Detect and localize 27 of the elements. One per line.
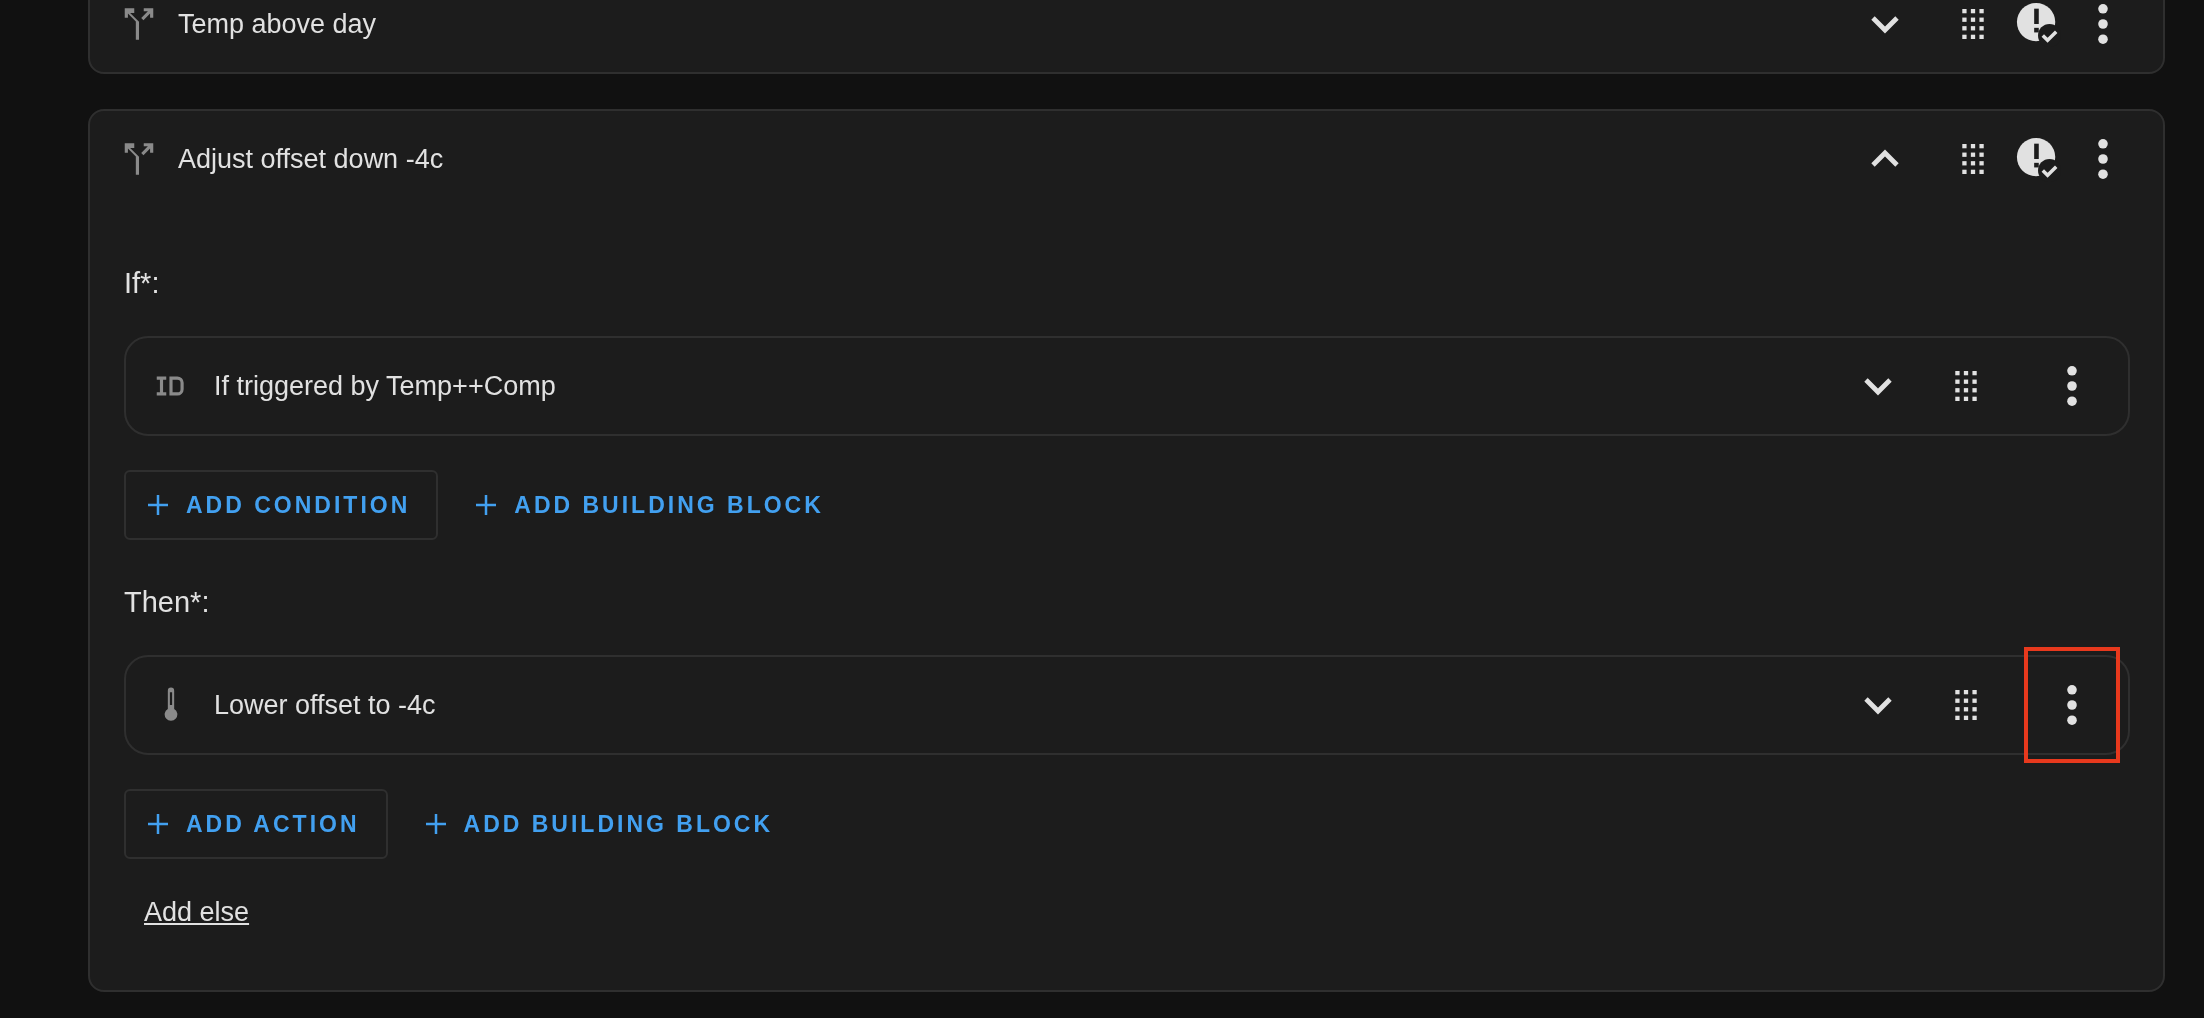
chevron-down-icon [1864, 695, 1892, 715]
block-title: Adjust offset down -4c [178, 143, 445, 175]
grip-icon [1962, 9, 1984, 39]
plus-icon [425, 814, 446, 834]
chevron-down-icon [1864, 376, 1892, 396]
plus-icon [476, 495, 497, 515]
chevron-up-icon [1871, 149, 1899, 169]
add-button[interactable]: ADD ACTION [124, 789, 388, 859]
add-block-button[interactable]: ADD BUILDING BLOCK [452, 470, 852, 540]
section-label: If*: [124, 267, 160, 300]
more-icon [2067, 685, 2077, 725]
item-title: If triggered by Temp++Comp [214, 370, 557, 402]
grip-icon [1962, 144, 1984, 174]
section-label: Then*: [124, 586, 210, 619]
more-icon [2067, 366, 2077, 406]
grip-icon [1955, 690, 1977, 720]
add-block-button[interactable]: ADD BUILDING BLOCK [401, 789, 802, 859]
grip-icon [1955, 371, 1977, 401]
chevron-down-icon [1871, 14, 1899, 34]
plus-icon [148, 814, 168, 834]
item-title: Lower offset to -4c [214, 689, 437, 721]
add-else-link[interactable]: Add else [144, 897, 250, 928]
block-title: Temp above day [178, 8, 378, 40]
add-button[interactable]: ADD CONDITION [124, 470, 439, 540]
more-icon [2098, 4, 2108, 44]
more-icon [2098, 139, 2108, 179]
plus-icon [148, 495, 168, 515]
